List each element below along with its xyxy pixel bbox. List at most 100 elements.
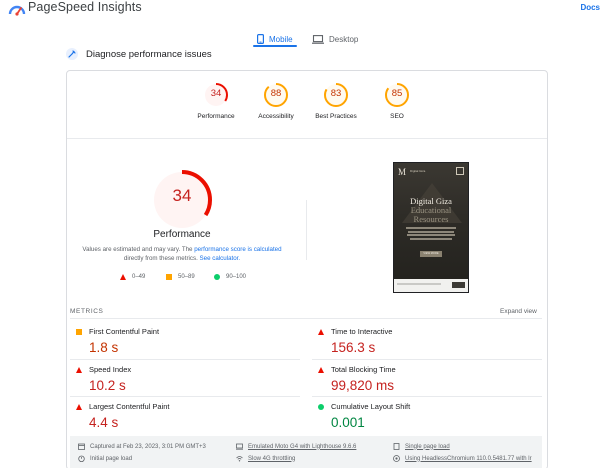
page-icon	[393, 443, 400, 450]
metric-value: 99,820 ms	[331, 378, 395, 393]
single-load-link[interactable]: Single page load	[405, 444, 450, 450]
pagespeed-logo-icon	[8, 5, 26, 16]
section-divider	[67, 138, 547, 139]
performance-label: Performance	[197, 113, 235, 120]
metrics-divider	[70, 318, 542, 319]
info-captured: Captured at Feb 23, 2023, 3:01 PM GMT+3	[78, 443, 206, 450]
diagnose-heading: Diagnose performance issues	[66, 47, 212, 61]
performance-description: Values are estimated and may vary. The p…	[78, 245, 286, 263]
metric-value: 4.4 s	[89, 415, 119, 430]
top-bar: PageSpeed Insights Docs	[0, 0, 600, 22]
thumbnail-cookie-banner	[394, 279, 468, 292]
metric-name: First Contentful Paint	[89, 327, 160, 336]
metric-largest-contentful-paint: Largest Contentful Paint 4.4 s	[76, 402, 296, 430]
pass-circle-icon	[318, 403, 324, 410]
see-calculator-link[interactable]: See calculator.	[200, 255, 241, 262]
average-square-icon	[166, 274, 172, 280]
info-browser: Using HeadlessChromium 110.0.5481.77 wit…	[393, 455, 532, 462]
fail-triangle-icon	[120, 274, 126, 280]
legend-fail: 0–49	[120, 274, 145, 280]
laptop-icon	[312, 34, 324, 44]
fail-triangle-icon	[76, 403, 82, 410]
description-text-2: directly from these metrics.	[123, 255, 200, 262]
category-accessibility[interactable]: 88 Accessibility	[246, 82, 306, 120]
metric-first-contentful-paint: First Contentful Paint 1.8 s	[76, 327, 296, 355]
metric-divider	[312, 396, 542, 397]
info-emulated-device: Emulated Moto G4 with Lighthouse 9.6.6	[236, 443, 356, 450]
thumbnail-cta-button: VIEW MORE	[420, 251, 442, 257]
initial-load-text: Initial page load	[90, 455, 133, 462]
info-single-load: Single page load	[393, 443, 450, 450]
docs-link[interactable]: Docs	[580, 3, 600, 12]
category-best-practices[interactable]: 83 Best Practices	[306, 82, 366, 120]
legend-pass: 90–100	[214, 274, 246, 280]
performance-big-score: 34	[172, 186, 192, 205]
metric-name: Largest Contentful Paint	[89, 402, 170, 411]
metric-divider	[312, 359, 542, 360]
accessibility-label: Accessibility	[258, 113, 294, 120]
run-info-bar	[70, 436, 542, 468]
emulated-device-link[interactable]: Emulated Moto G4 with Lighthouse 9.6.6	[248, 444, 356, 450]
metric-value: 10.2 s	[89, 378, 126, 393]
category-seo[interactable]: 85 SEO	[367, 82, 427, 120]
thumbnail-body-text	[404, 227, 458, 240]
metrics-heading: METRICS	[70, 308, 104, 315]
tab-desktop-label: Desktop	[329, 34, 359, 44]
average-square-icon	[76, 328, 82, 335]
performance-title: Performance	[153, 229, 211, 240]
metric-divider	[70, 396, 300, 397]
timer-icon	[78, 455, 85, 462]
category-performance[interactable]: 34 Performance	[186, 82, 246, 120]
pass-circle-icon	[214, 274, 220, 280]
accessibility-score: 88	[270, 88, 282, 99]
description-text: Values are estimated and may vary. The	[82, 246, 195, 253]
metric-cumulative-layout-shift: Cumulative Layout Shift 0.001	[318, 402, 538, 430]
best-practices-label: Best Practices	[315, 113, 357, 120]
active-tab-indicator	[253, 45, 297, 47]
vertical-divider	[306, 200, 307, 260]
info-initial-load: Initial page load	[78, 455, 132, 462]
metric-value: 0.001	[331, 415, 365, 430]
metric-time-to-interactive: Time to Interactive 156.3 s	[318, 327, 538, 355]
legend-average-range: 50–89	[178, 274, 195, 280]
browser-link[interactable]: Using HeadlessChromium 110.0.5481.77 wit…	[405, 456, 532, 462]
metric-value: 156.3 s	[331, 340, 376, 355]
diagnose-title: Diagnose performance issues	[86, 48, 212, 60]
throttling-link[interactable]: Slow 4G throttling	[248, 456, 295, 462]
expand-view-toggle[interactable]: Expand view	[500, 308, 537, 315]
captured-text: Captured at Feb 23, 2023, 3:01 PM GMT+3	[90, 443, 206, 450]
legend-fail-range: 0–49	[132, 274, 146, 280]
metric-divider	[70, 359, 300, 360]
metric-name: Total Blocking Time	[331, 365, 396, 374]
network-icon	[236, 456, 243, 462]
metric-value: 1.8 s	[89, 340, 119, 355]
info-throttling: Slow 4G throttling	[236, 455, 295, 462]
fail-triangle-icon	[76, 366, 82, 373]
legend-pass-range: 90–100	[226, 274, 247, 280]
phone-icon	[257, 34, 264, 44]
calendar-icon	[78, 443, 85, 450]
app-title: PageSpeed Insights	[28, 0, 142, 14]
metric-name: Speed Index	[89, 365, 132, 374]
best-practices-score: 83	[330, 88, 342, 99]
fail-triangle-icon	[318, 328, 324, 335]
seo-score: 85	[391, 88, 403, 99]
diagnose-icon	[66, 48, 78, 60]
thumbnail-menu-icon	[456, 167, 464, 175]
metric-name: Cumulative Layout Shift	[331, 402, 411, 411]
tab-mobile-label: Mobile	[269, 34, 293, 44]
fail-triangle-icon	[318, 366, 324, 373]
tab-desktop[interactable]: Desktop	[312, 28, 358, 50]
performance-score: 34	[210, 88, 222, 99]
device-icon	[236, 443, 243, 450]
metric-name: Time to Interactive	[331, 327, 393, 336]
thumbnail-logo: M	[398, 167, 407, 177]
page-screenshot-thumbnail: M Digital Giza Digital Giza Educational …	[393, 162, 469, 293]
legend-average: 50–89	[166, 274, 195, 280]
score-calculated-link[interactable]: performance score is calculated	[194, 246, 281, 253]
browser-icon	[393, 455, 400, 462]
thumbnail-nav: Digital Giza	[410, 169, 426, 173]
seo-label: SEO	[390, 113, 404, 120]
thumbnail-subheadline: Educational Resources	[410, 205, 452, 224]
metric-speed-index: Speed Index 10.2 s	[76, 365, 296, 393]
